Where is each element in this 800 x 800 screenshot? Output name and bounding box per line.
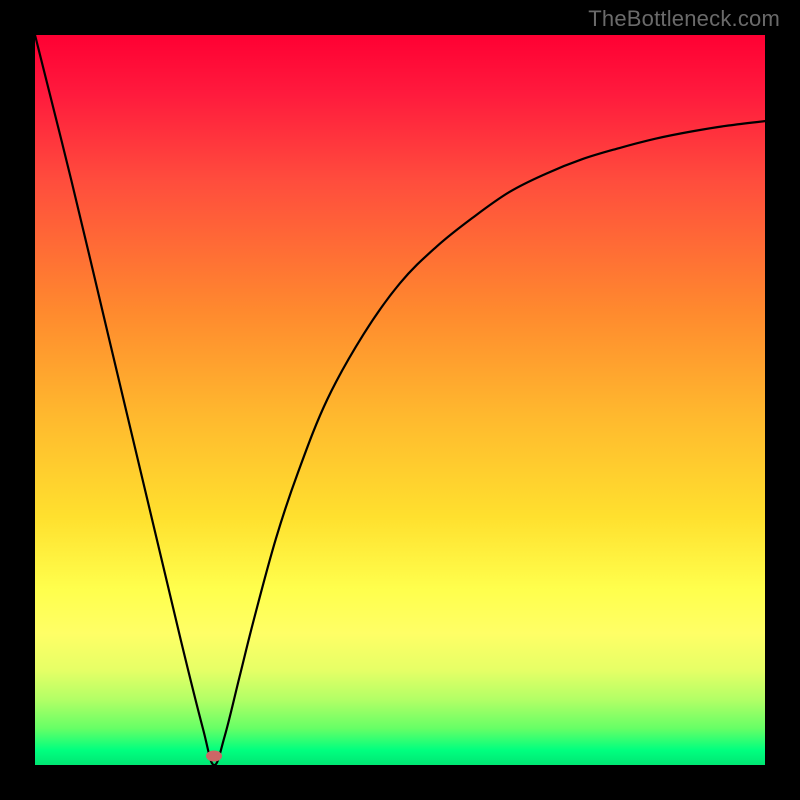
- vertex-marker: [206, 751, 222, 762]
- plot-area: [35, 35, 765, 765]
- bottleneck-curve: [35, 35, 765, 765]
- chart-container: TheBottleneck.com: [0, 0, 800, 800]
- watermark-text: TheBottleneck.com: [588, 6, 780, 32]
